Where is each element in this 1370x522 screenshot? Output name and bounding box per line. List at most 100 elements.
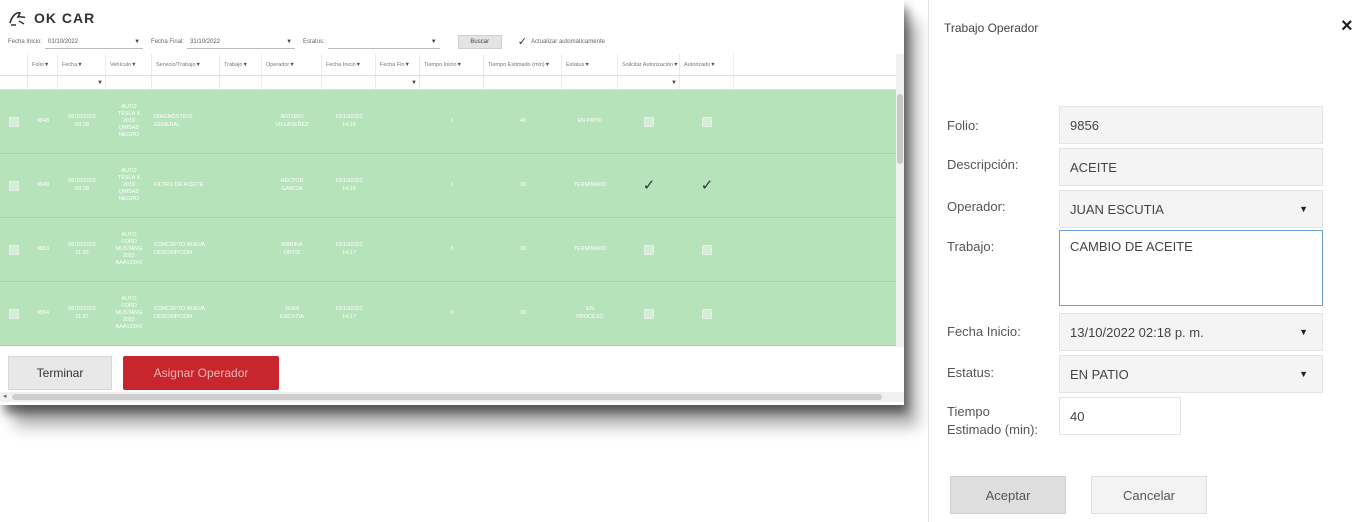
row-select-checkbox[interactable]: [9, 308, 19, 319]
table-row[interactable]: 9849 06/10/2022 09:28 AUTO TESLA X 2019 QW…: [0, 154, 904, 218]
fecha-inicio-picker[interactable]: 01/10/2022 ▼: [45, 36, 144, 49]
solicitar-checkbox[interactable]: [644, 116, 654, 127]
column-header-fecha-inicio[interactable]: Fecha Inicio ▼: [322, 54, 376, 75]
chevron-down-icon[interactable]: ▼: [671, 80, 677, 86]
cancelar-button[interactable]: Cancelar: [1091, 476, 1207, 514]
column-filter-folio[interactable]: [28, 76, 58, 89]
descripcion-field[interactable]: ACEITE: [1059, 148, 1323, 186]
cell-select[interactable]: [0, 218, 28, 281]
cell-autorizado[interactable]: [680, 90, 734, 153]
buscar-button[interactable]: Buscar: [457, 35, 502, 49]
column-header-folio[interactable]: Folio ▼: [28, 54, 58, 75]
auto-update-label: Actualizar automáticamente: [530, 39, 605, 45]
autorizado-checkbox[interactable]: [702, 308, 712, 319]
scrollbar-thumb[interactable]: [897, 94, 903, 164]
solicitar-checkbox[interactable]: [644, 308, 654, 319]
filter-icon[interactable]: ▼: [356, 62, 361, 68]
solicitar-checkbox[interactable]: ✓: [643, 177, 656, 194]
terminar-button[interactable]: Terminar: [8, 356, 112, 390]
column-filter-vehiculo[interactable]: [106, 76, 152, 89]
cell-tiempo-inicio: 0: [450, 309, 454, 316]
column-filter-tiempo-estimado[interactable]: [484, 76, 562, 89]
filter-icon[interactable]: ▼: [584, 62, 589, 68]
column-header-autorizado[interactable]: Autorizado ▼: [680, 54, 734, 75]
table-row[interactable]: 9854 06/10/2022 11:37 AUTO FORD MUSTANG 20…: [0, 282, 904, 346]
filter-icon[interactable]: ▼: [545, 62, 550, 68]
cell-solicitar-autorizacion[interactable]: [618, 218, 680, 281]
cell-select[interactable]: [0, 282, 28, 345]
table-row[interactable]: 9848 06/10/2022 09:28 AUTO TESLA X 2019 QW…: [0, 90, 904, 154]
filter-icon[interactable]: ▼: [404, 62, 409, 68]
operador-select[interactable]: JUAN ESCUTIA ▼: [1059, 190, 1323, 228]
auto-update-checkbox[interactable]: ✓ Actualizar automáticamente: [518, 36, 605, 48]
tiempo-estimado-field[interactable]: 40: [1059, 397, 1181, 435]
filter-icon[interactable]: ▼: [77, 62, 82, 68]
column-header-vehiculo[interactable]: Vehículo ▼: [106, 54, 152, 75]
column-header-estatus[interactable]: Estatus ▼: [562, 54, 618, 75]
column-filter-servicio[interactable]: [152, 76, 220, 89]
column-filter-operador[interactable]: [262, 76, 322, 89]
fecha-final-picker[interactable]: 31/10/2022 ▼: [187, 36, 296, 49]
column-header-tiempo-inicio[interactable]: Tiempo Inicio ▼: [420, 54, 484, 75]
column-header-fecha-fin[interactable]: Fecha Fin ▼: [376, 54, 420, 75]
autorizado-checkbox[interactable]: ✓: [701, 177, 714, 194]
column-header-tiempo-estimado[interactable]: Tiempo Estimado (min) ▼: [484, 54, 562, 75]
folio-field[interactable]: 9856: [1059, 106, 1323, 144]
cell-fecha-inicio: 13/10/2022 14:17: [335, 306, 363, 320]
autorizado-checkbox[interactable]: [702, 116, 712, 127]
fecha-inicio-picker[interactable]: 13/10/2022 02:18 p. m. ▼: [1059, 313, 1323, 351]
filter-icon[interactable]: ▼: [131, 62, 136, 68]
cell-autorizado[interactable]: [680, 218, 734, 281]
aceptar-button[interactable]: Aceptar: [950, 476, 1066, 514]
grid-filter-row: ▼ ▼ ▼: [0, 76, 904, 90]
fecha-inicio-value: 01/10/2022: [48, 38, 79, 45]
column-filter-fecha[interactable]: ▼: [58, 76, 106, 89]
column-header-operador[interactable]: Operador ▼: [262, 54, 322, 75]
column-header-fecha[interactable]: Fecha ▼: [58, 54, 106, 75]
scroll-left-icon[interactable]: ◂: [3, 392, 7, 400]
solicitar-checkbox[interactable]: [644, 244, 654, 255]
column-header-solicitar-autorizacion[interactable]: Solicitar Autorización ▼: [618, 54, 680, 75]
column-filter-fecha-fin[interactable]: ▼: [376, 76, 420, 89]
filter-icon[interactable]: ▼: [44, 62, 49, 68]
asignar-operador-button[interactable]: Asignar Operador: [123, 356, 279, 390]
column-filter-solicitar-autorizacion[interactable]: ▼: [618, 76, 680, 89]
chevron-down-icon[interactable]: ▼: [411, 80, 417, 86]
vertical-scrollbar[interactable]: [896, 54, 904, 347]
chevron-down-icon[interactable]: ▼: [97, 80, 103, 86]
row-select-checkbox[interactable]: [9, 244, 19, 255]
filter-icon[interactable]: ▼: [457, 62, 462, 68]
estatus-select[interactable]: EN PATIO ▼: [1059, 355, 1323, 393]
filter-icon[interactable]: ▼: [289, 62, 294, 68]
horizontal-scrollbar[interactable]: ◂: [0, 392, 904, 402]
cell-tiempo-estimado: 40: [519, 117, 527, 124]
column-filter-autorizado[interactable]: [680, 76, 734, 89]
column-header-label: Autorizado: [684, 61, 711, 68]
column-filter-tiempo-inicio[interactable]: [420, 76, 484, 89]
column-filter-estatus[interactable]: [562, 76, 618, 89]
autorizado-checkbox[interactable]: [702, 244, 712, 255]
column-header-servicio[interactable]: Servicio/Trabajo ▼: [152, 54, 220, 75]
scrollbar-thumb[interactable]: [12, 394, 882, 400]
filter-icon[interactable]: ▼: [242, 62, 247, 68]
trabajo-textarea[interactable]: CAMBIO DE ACEITE: [1059, 230, 1323, 306]
cell-select[interactable]: [0, 90, 28, 153]
column-filter-trabajo[interactable]: [220, 76, 262, 89]
filter-icon[interactable]: ▼: [196, 62, 201, 68]
table-row[interactable]: 9853 06/10/2022 11:35 AUTO FORD MUSTANG 20…: [0, 218, 904, 282]
cell-solicitar-autorizacion[interactable]: [618, 282, 680, 345]
row-select-checkbox[interactable]: [9, 116, 19, 127]
filter-icon[interactable]: ▼: [710, 62, 715, 68]
filter-icon[interactable]: ▼: [673, 62, 678, 68]
cell-autorizado[interactable]: ✓: [680, 154, 734, 217]
close-icon[interactable]: ×: [1341, 15, 1353, 38]
row-select-checkbox[interactable]: [9, 180, 19, 191]
estatus-select[interactable]: ▼: [327, 36, 440, 49]
cell-solicitar-autorizacion[interactable]: ✓: [618, 154, 680, 217]
cell-autorizado[interactable]: [680, 282, 734, 345]
column-filter-fecha-inicio[interactable]: [322, 76, 376, 89]
cell-tiempo-inicio: 1: [450, 181, 454, 188]
cell-select[interactable]: [0, 154, 28, 217]
column-header-trabajo[interactable]: Trabajo ▼: [220, 54, 262, 75]
cell-solicitar-autorizacion[interactable]: [618, 90, 680, 153]
